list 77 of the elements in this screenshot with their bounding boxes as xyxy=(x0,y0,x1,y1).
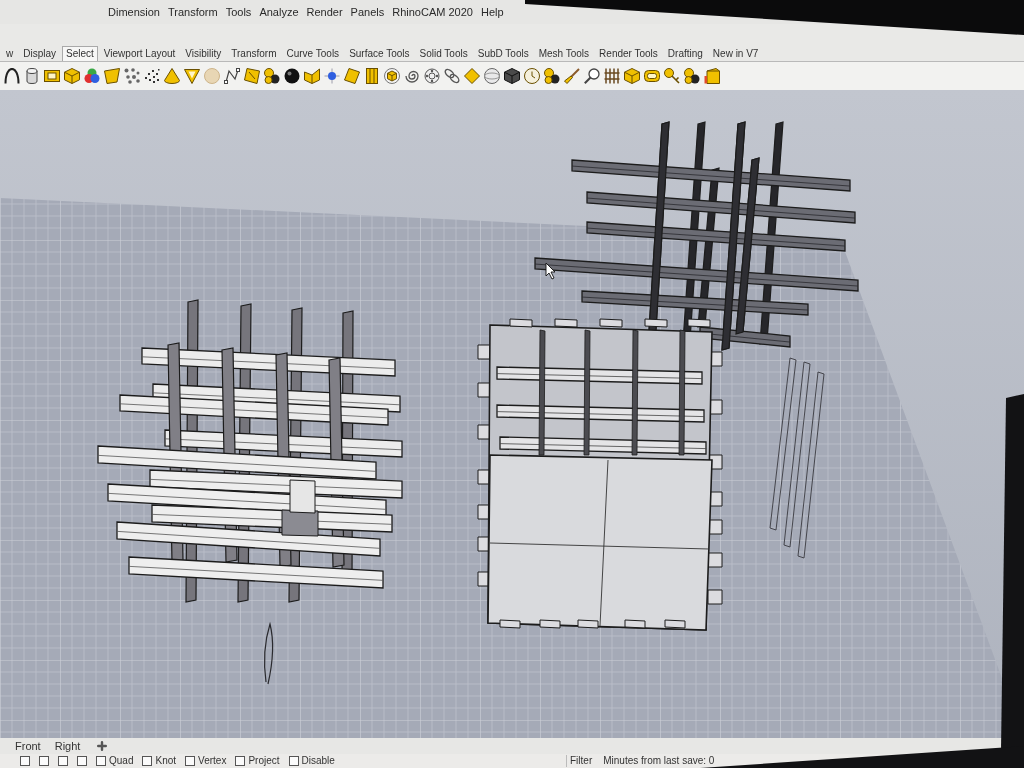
plane-icon[interactable] xyxy=(344,68,360,84)
cylinder-icon[interactable] xyxy=(24,68,40,84)
toolbar-tab[interactable]: Transform xyxy=(227,46,281,61)
checkbox[interactable] xyxy=(96,756,106,766)
diamond-icon[interactable] xyxy=(464,68,480,84)
curve-drawing xyxy=(264,623,274,685)
ring-icon[interactable] xyxy=(424,68,440,84)
triangle-icon[interactable] xyxy=(184,68,200,84)
menu-item[interactable]: Help xyxy=(476,6,508,18)
cube-icon[interactable] xyxy=(384,68,400,84)
checkbox[interactable] xyxy=(235,756,246,766)
toolbar-tab[interactable]: SubD Tools xyxy=(473,46,533,61)
box-icon[interactable] xyxy=(704,68,720,84)
toolbar-tab[interactable]: Display xyxy=(19,46,61,61)
rounded-box-icon[interactable] xyxy=(644,68,660,84)
toolbar-tab[interactable]: Curve Tools xyxy=(282,46,344,61)
menu-item[interactable]: RhinoCAM 2020 xyxy=(388,6,477,18)
spheres-icon[interactable] xyxy=(264,68,280,84)
checkbox-label: Knot xyxy=(155,755,177,767)
clock-icon[interactable] xyxy=(524,68,540,84)
toolbar-tab[interactable]: Mesh Tools xyxy=(534,46,594,61)
sheet-icon[interactable] xyxy=(244,68,260,84)
menu-item[interactable]: Panels xyxy=(346,6,389,18)
point-cloud-icon[interactable] xyxy=(144,68,160,84)
toolbar-tab[interactable]: Select xyxy=(62,46,98,61)
frame-icon[interactable] xyxy=(44,68,60,84)
checkbox[interactable] xyxy=(20,756,30,766)
checkbox-label: Quad xyxy=(109,755,134,767)
spheres-icon[interactable] xyxy=(684,68,700,84)
brush-icon[interactable] xyxy=(564,68,580,84)
chain-icon[interactable] xyxy=(444,68,460,84)
polyline-icon[interactable] xyxy=(224,68,240,84)
menu-item[interactable]: Render xyxy=(302,6,347,18)
cube-icon[interactable] xyxy=(624,68,640,84)
spiral-icon[interactable] xyxy=(404,68,420,84)
points-icon[interactable] xyxy=(124,68,140,84)
menu-item[interactable]: Tools xyxy=(221,6,256,18)
panel-icon[interactable] xyxy=(364,68,380,84)
save-status: Minutes from last save: 0 xyxy=(603,755,715,767)
cube-icon[interactable] xyxy=(64,68,80,84)
cone-icon[interactable] xyxy=(164,68,180,84)
sphere-icon[interactable] xyxy=(284,68,300,84)
filter-pane[interactable]: Filter xyxy=(566,755,596,767)
toolbar-tab[interactable]: Solid Tools xyxy=(415,46,472,61)
toolbar-tab[interactable]: Drafting xyxy=(663,46,707,61)
toolbar-tab[interactable]: Surface Tools xyxy=(345,46,414,61)
folded-surface-icon[interactable] xyxy=(304,68,320,84)
key-icon[interactable] xyxy=(664,68,680,84)
spheres-icon[interactable] xyxy=(544,68,560,84)
menu-item[interactable]: Dimension xyxy=(104,6,164,18)
color-circles-icon[interactable] xyxy=(84,68,100,84)
node-icon[interactable] xyxy=(324,68,340,84)
checkbox[interactable] xyxy=(185,756,196,766)
fence-icon[interactable] xyxy=(604,68,620,84)
checkbox[interactable] xyxy=(142,756,153,766)
checkbox[interactable] xyxy=(39,756,49,766)
checkbox[interactable] xyxy=(58,756,68,766)
checkbox-label: Disable xyxy=(301,755,335,767)
menu-item[interactable]: Analyze xyxy=(255,6,303,18)
cursor-icon xyxy=(545,262,556,280)
checkbox-label: Vertex xyxy=(198,755,227,767)
toolbar-tab[interactable]: Visibility xyxy=(181,46,226,61)
viewport-tab[interactable]: Front xyxy=(10,738,46,754)
toolbar-tab[interactable]: w xyxy=(2,46,18,61)
checkbox[interactable] xyxy=(77,756,87,766)
toolbar-tab[interactable]: Viewport Layout xyxy=(99,46,180,61)
arc-icon[interactable] xyxy=(4,68,20,84)
toolbar-tab[interactable]: New in V7 xyxy=(708,46,763,61)
search-icon[interactable] xyxy=(584,68,600,84)
cube-icon[interactable] xyxy=(504,68,520,84)
menu-item[interactable]: Transform xyxy=(163,6,222,18)
checkbox-label: Project xyxy=(248,755,280,767)
plus-icon[interactable] xyxy=(97,741,108,751)
checkbox[interactable] xyxy=(288,756,299,766)
surface-icon[interactable] xyxy=(104,68,120,84)
viewport-tab[interactable]: Right xyxy=(49,738,86,754)
toolbar-tab[interactable]: Render Tools xyxy=(595,46,662,61)
